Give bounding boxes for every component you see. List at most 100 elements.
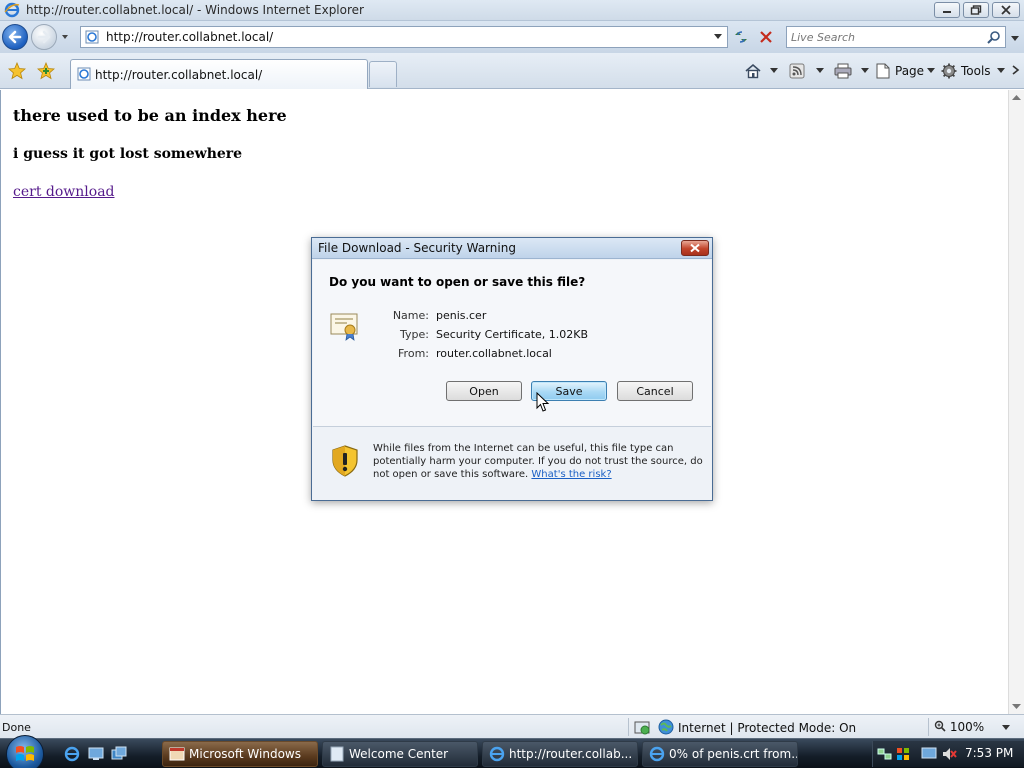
page-menu-button[interactable]: Page [875,62,937,80]
system-tray: 7:53 PM [872,741,1024,767]
page-icon [77,67,91,81]
search-input[interactable] [791,29,981,45]
minimize-icon [943,11,951,13]
favorites-star-icon[interactable] [8,62,26,80]
cert-download-link[interactable]: cert download [13,184,115,200]
cancel-button[interactable]: Cancel [617,381,693,401]
address-url[interactable]: http://router.collabnet.local/ [106,30,273,44]
restore-button[interactable] [963,2,989,18]
close-icon [1001,5,1011,15]
file-download-dialog: File Download - Security Warning Do you … [311,237,713,501]
window-title: http://router.collabnet.local/ - Windows… [26,3,364,17]
windows-logo-icon [16,746,34,761]
chevron-down-icon [816,68,824,73]
name-label: Name: [392,309,429,322]
search-options-dropdown-icon[interactable] [1010,35,1020,43]
home-icon [745,63,761,79]
stop-icon[interactable] [756,27,776,47]
dialog-warning-area: While files from the Internet can be use… [313,427,711,500]
chevron-down-icon [1001,725,1010,730]
recent-pages-dropdown-icon[interactable] [60,32,70,42]
taskbar-item-label: Welcome Center [349,747,449,761]
chevron-right-icon[interactable] [1012,65,1020,75]
display-icon[interactable] [921,746,937,762]
scroll-up-icon[interactable] [1012,94,1021,100]
close-window-button[interactable] [992,2,1020,18]
taskbar: Microsoft Windows Welcome Center http://… [0,735,1024,768]
dialog-close-button[interactable] [681,240,709,256]
dialog-question: Do you want to open or save this file? [329,275,586,289]
open-button[interactable]: Open [446,381,522,401]
network-icon[interactable] [877,746,893,762]
dialog-title-bar[interactable]: File Download - Security Warning [312,238,712,259]
switch-windows-icon[interactable] [111,746,127,762]
tools-menu-button[interactable]: Tools [941,62,1005,80]
forward-button[interactable] [31,24,57,50]
security-center-icon[interactable] [895,746,911,762]
minimize-button[interactable] [934,2,960,18]
gear-icon [941,63,957,79]
quicklaunch-ie-icon[interactable] [64,746,80,762]
taskbar-item-label: 0% of penis.crt from... [669,747,798,761]
page-icon [85,30,99,44]
ie-logo-icon [649,746,665,762]
address-dropdown-icon[interactable] [713,33,723,41]
search-icon[interactable] [987,30,1001,44]
clock[interactable]: 7:53 PM [965,746,1013,760]
chevron-down-icon [770,68,778,73]
vertical-scrollbar[interactable] [1008,90,1024,714]
feeds-button[interactable] [789,62,825,80]
security-zone-text[interactable]: Internet | Protected Mode: On [678,721,856,735]
scroll-down-icon[interactable] [1012,704,1021,710]
taskbar-item-microsoft-windows[interactable]: Microsoft Windows [162,741,318,767]
page-menu-icon [876,63,890,79]
taskbar-item-ie-router[interactable]: http://router.collab... [482,741,638,767]
dialog-title: File Download - Security Warning [318,241,516,255]
taskbar-item-label: Microsoft Windows [189,747,301,761]
tab-command-bar: http://router.collabnet.local/ Page Tool… [0,53,1024,89]
from-label: From: [398,347,429,360]
start-button[interactable] [6,735,44,768]
zoom-control[interactable]: 100% [934,720,1010,734]
arrow-right-icon [37,30,51,44]
arrow-left-icon [8,30,22,44]
warning-message: While files from the Internet can be use… [373,442,703,481]
status-separator [628,718,629,736]
ie-logo-icon [4,2,20,18]
volume-muted-icon[interactable] [941,746,957,762]
protected-mode-icon[interactable] [634,719,650,735]
status-separator [928,718,929,736]
add-favorites-icon[interactable] [37,62,55,80]
printer-icon [834,63,852,79]
close-icon [690,243,700,253]
back-button[interactable] [2,24,28,50]
refresh-icon[interactable] [731,27,751,47]
whats-the-risk-link[interactable]: What's the risk? [531,469,611,480]
new-tab-button[interactable] [369,61,397,87]
warning-shield-icon [332,445,358,477]
file-source-value: router.collabnet.local [436,347,552,360]
address-bar[interactable]: http://router.collabnet.local/ [80,26,728,48]
tab-current[interactable]: http://router.collabnet.local/ [70,59,368,89]
page-menu-label: Page [895,64,925,78]
ie-logo-icon [489,746,505,762]
taskbar-item-welcome-center[interactable]: Welcome Center [322,741,478,767]
show-desktop-icon[interactable] [88,746,104,762]
home-button[interactable] [744,62,780,80]
chevron-down-icon [861,68,869,73]
print-button[interactable] [834,62,870,80]
file-type-value: Security Certificate, 1.02KB [436,328,589,341]
tools-menu-label: Tools [961,64,991,78]
taskbar-item-label: http://router.collab... [509,747,633,761]
type-label: Type: [400,328,429,341]
zoom-magnifier-icon [934,720,946,732]
navigation-bar: http://router.collabnet.local/ [0,21,1024,53]
globe-icon [658,719,674,735]
window-title-bar[interactable]: http://router.collabnet.local/ - Windows… [0,0,1024,21]
page-heading: there used to be an index here [13,106,287,125]
chevron-down-icon [997,68,1005,73]
search-box[interactable] [786,26,1006,48]
dialog-body: Do you want to open or save this file? N… [313,260,711,426]
page-subheading: i guess it got lost somewhere [13,146,243,162]
taskbar-item-download-progress[interactable]: 0% of penis.crt from... [642,741,798,767]
